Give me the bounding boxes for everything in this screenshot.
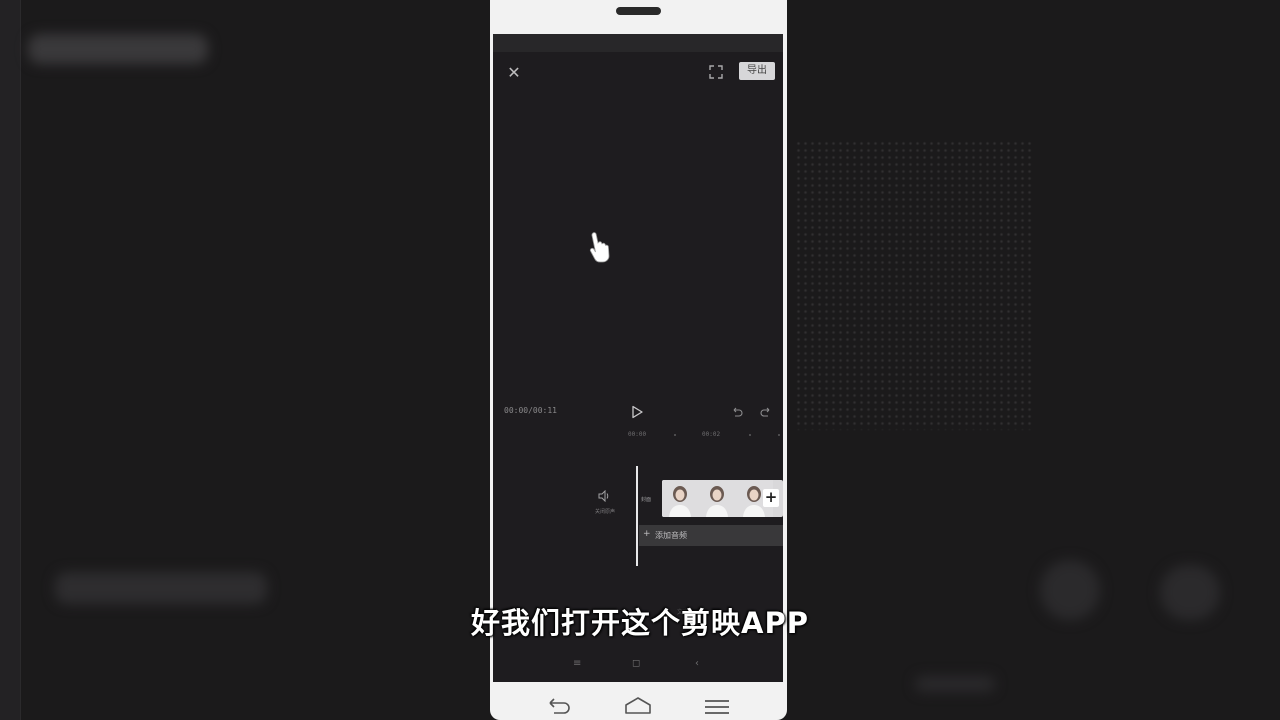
video-subtitle: 好我们打开这个剪映APP [471,606,809,640]
cover-label[interactable]: 封面 [641,496,651,503]
close-icon[interactable]: ✕ [505,64,523,82]
plus-icon: + [643,529,651,539]
ruler-dot [778,434,780,436]
timecode: 00:00/00:11 [504,406,557,415]
playhead[interactable] [636,466,638,566]
home-icon[interactable] [623,695,653,717]
bg-blur-top-left [28,34,208,64]
export-button[interactable]: 导出 [739,62,775,80]
phone-screen: ✕ 导出 00:00/00:11 00:00 00:02 关闭原声 封面 + +… [493,34,783,682]
add-audio-button[interactable]: + 添加音频 [639,525,783,546]
mute-original-sound-button[interactable]: 关闭原声 [593,487,617,517]
speaker-icon [598,489,609,503]
play-icon[interactable] [630,405,644,419]
fullscreen-icon[interactable] [708,64,724,80]
bg-blur-bottom-right-3 [915,676,995,692]
back-icon[interactable]: ‹ [695,658,699,669]
clip-thumbnail [662,480,699,517]
ruler-dot [749,434,751,436]
add-audio-label: 添加音频 [655,531,687,540]
undo-icon[interactable] [731,406,743,418]
menu-icon[interactable]: ≡ [573,658,581,669]
home-icon[interactable]: ◻ [632,658,640,669]
plus-icon[interactable]: + [763,489,779,507]
clip-thumbnail [699,480,736,517]
sound-label: 关闭原声 [594,509,615,515]
phone-speaker [616,7,661,15]
menu-icon[interactable] [702,695,732,717]
back-arrow-icon[interactable] [544,695,574,717]
ruler-label-1: 00:02 [702,431,721,438]
bg-dots-right [795,140,1035,430]
ruler-dot [674,434,676,436]
hand-cursor-icon [589,232,610,263]
status-bar [493,34,783,52]
ruler-label-0: 00:00 [628,431,647,438]
redo-icon[interactable] [760,406,772,418]
